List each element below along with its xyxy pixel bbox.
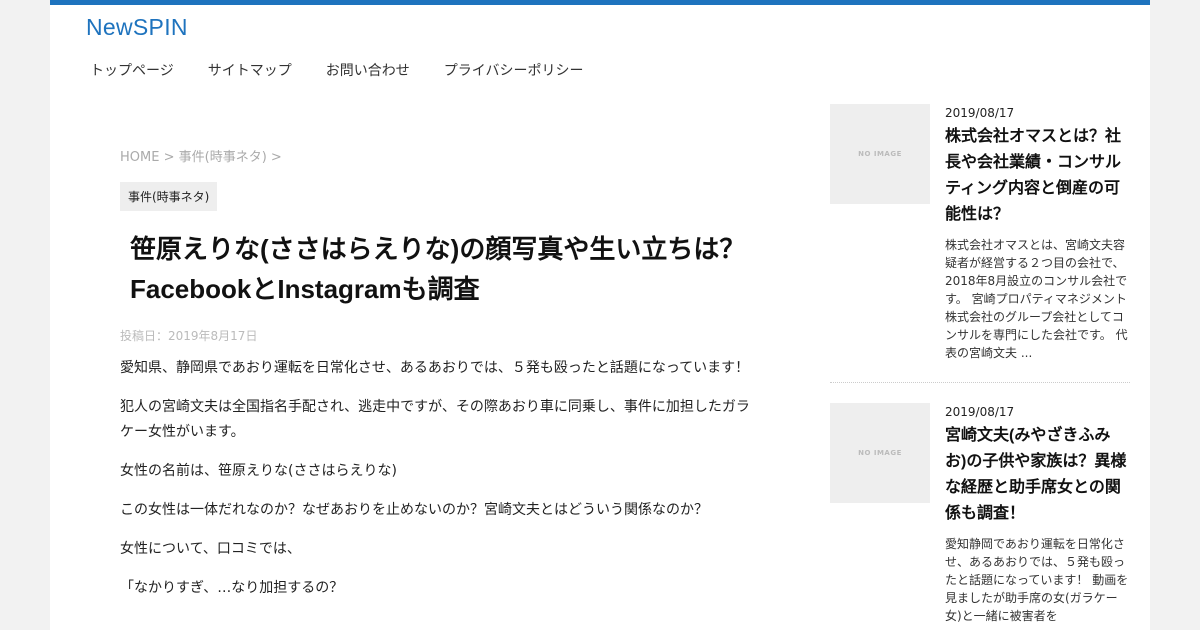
- article-paragraph: 女性の名前は、笹原えりな(ささはらえりな): [120, 463, 397, 479]
- article-paragraph: 愛知県、静岡県であおり運転を日常化させ、あるあおりでは、５発も殴ったと話題になっ…: [120, 360, 750, 376]
- post-date: 投稿日：2019年8月17日: [120, 329, 258, 343]
- nav-item-sitemap[interactable]: サイトマップ: [208, 60, 292, 80]
- post-excerpt: 愛知静岡であおり運転を日常化させ、あるあおりでは、５発も殴ったと話題になっていま…: [945, 537, 1129, 623]
- post-title-link[interactable]: 宮崎文夫(みやざきふみお)の子供や家族は？異様な経歴と助手席女との関係も調査！: [945, 423, 1130, 527]
- post-text: 2019/08/17 宮崎文夫(みやざきふみお)の子供や家族は？異様な経歴と助手…: [945, 403, 1130, 625]
- category-tag[interactable]: 事件(時事ネタ): [120, 182, 218, 211]
- post-excerpt: 株式会社オマスとは、宮崎文夫容疑者が経営する２つ目の会社で、2018年8月設立の…: [945, 238, 1128, 360]
- post-date: 2019/08/17: [945, 106, 1015, 120]
- nav-item-contact[interactable]: お問い合わせ: [326, 60, 410, 80]
- sidebar-post: NO IMAGE 2019/08/17 宮崎文夫(みやざきふみお)の子供や家族は…: [830, 403, 1130, 625]
- breadcrumb-category[interactable]: 事件(時事ネタ): [179, 150, 267, 165]
- breadcrumb-separator: >: [266, 150, 282, 165]
- top-accent-bar: [50, 0, 1150, 5]
- breadcrumb-home[interactable]: HOME: [120, 150, 159, 165]
- article-paragraph: 「なかりすぎ、…なり加担するの？: [120, 580, 344, 596]
- site-logo[interactable]: NewSPIN: [86, 14, 188, 41]
- breadcrumb: HOME > 事件(時事ネタ) >: [120, 146, 750, 165]
- page: NewSPIN トップページ サイトマップ お問い合わせ プライバシーポリシー …: [50, 0, 1150, 630]
- post-date: 2019/08/17: [945, 405, 1015, 419]
- article-paragraph: この女性は一体だれなのか？なぜあおりを止めないのか？宮崎文夫とはどういう関係なの…: [120, 502, 708, 518]
- nav-item-privacy[interactable]: プライバシーポリシー: [444, 60, 584, 80]
- post-text: 2019/08/17 株式会社オマスとは？社長や会社業績・コンサルティング内容と…: [945, 104, 1130, 362]
- article-main: HOME > 事件(時事ネタ) > 事件(時事ネタ) 笹原えりな(ささはらえりな…: [120, 146, 750, 601]
- post-divider: [830, 382, 1130, 383]
- breadcrumb-separator: >: [159, 150, 179, 165]
- sidebar: NO IMAGE 2019/08/17 株式会社オマスとは？社長や会社業績・コン…: [830, 104, 1130, 625]
- sidebar-post: NO IMAGE 2019/08/17 株式会社オマスとは？社長や会社業績・コン…: [830, 104, 1130, 362]
- post-thumbnail[interactable]: NO IMAGE: [830, 403, 930, 503]
- main-nav: トップページ サイトマップ お問い合わせ プライバシーポリシー: [90, 60, 617, 80]
- article-body: 愛知県、静岡県であおり運転を日常化させ、あるあおりでは、５発も殴ったと話題になっ…: [120, 356, 750, 601]
- post-title-link[interactable]: 株式会社オマスとは？社長や会社業績・コンサルティング内容と倒産の可能性は？: [945, 124, 1130, 228]
- article-title: 笹原えりな(ささはらえりな)の顔写真や生い立ちは？FacebookとInstag…: [130, 234, 746, 304]
- post-thumbnail[interactable]: NO IMAGE: [830, 104, 930, 204]
- nav-item-top[interactable]: トップページ: [90, 60, 174, 80]
- article-paragraph: 女性について、口コミでは、: [120, 541, 301, 557]
- article-paragraph: 犯人の宮崎文夫は全国指名手配され、逃走中ですが、その際あおり車に同乗し、事件に加…: [120, 399, 750, 440]
